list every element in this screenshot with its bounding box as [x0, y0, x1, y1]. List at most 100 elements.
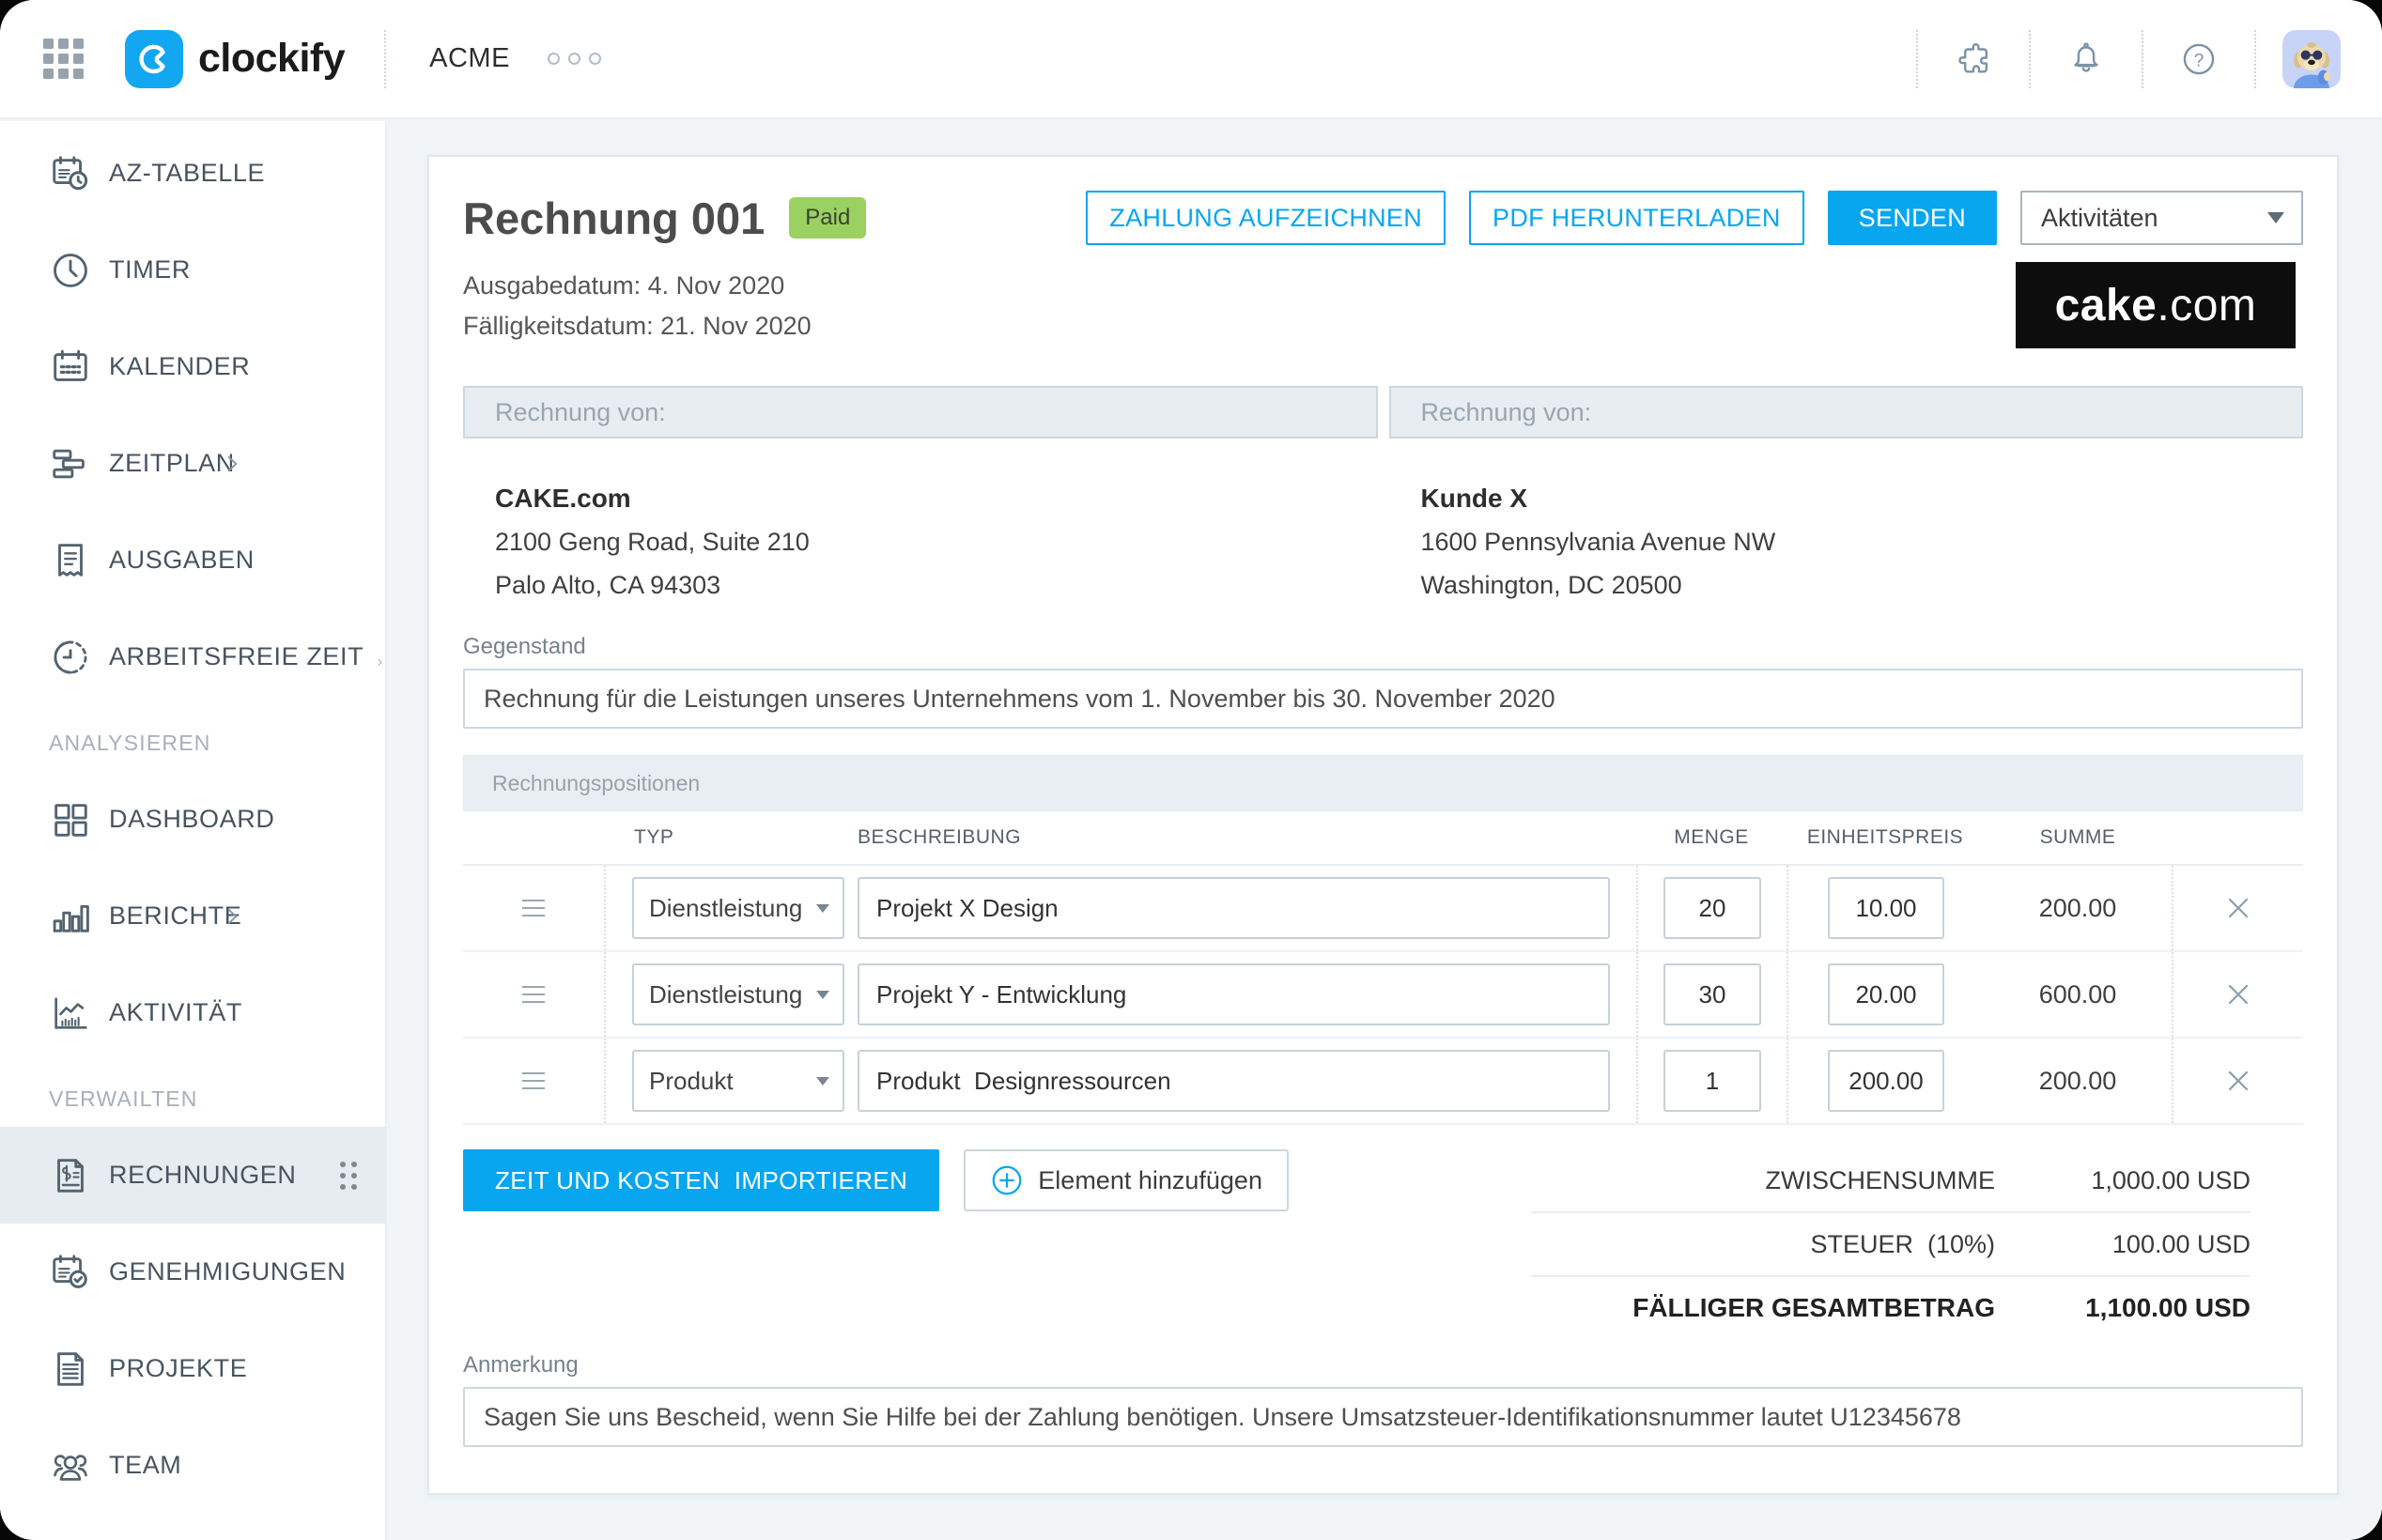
column-quantity: MENGE [1636, 811, 1786, 864]
download-pdf-button[interactable]: PDF HERUNTERLADEN [1469, 191, 1804, 245]
item-description-input[interactable] [858, 1050, 1610, 1112]
page-title: Rechnung 001 [463, 192, 765, 244]
total-due-value: 1,100.00 USD [1995, 1293, 2251, 1323]
sidebar-item-zeitplan[interactable]: ZEITPLAN [0, 415, 385, 512]
subject-input[interactable] [463, 669, 2303, 729]
to-address-line1: 1600 Pennsylvania Avenue NW [1421, 528, 2304, 557]
main-content: Rechnung 001 Paid ZAHLUNG AUFZEICHNEN PD… [389, 121, 2382, 1540]
triangle-down-icon [816, 1077, 829, 1086]
schedule-icon [49, 442, 92, 485]
user-avatar[interactable] [2282, 30, 2341, 88]
item-unit-price-input[interactable] [1828, 877, 1944, 939]
add-item-button[interactable]: Element hinzufügen [964, 1149, 1289, 1211]
app-window: clockify ACME [0, 0, 2382, 1540]
sidebar-section-analysieren: ANALYSIEREN [0, 715, 385, 771]
sidebar-item-label: PROJEKTE [109, 1354, 247, 1383]
item-amount: 200.00 [2039, 1067, 2117, 1096]
item-quantity-input[interactable] [1663, 1050, 1761, 1112]
item-type-select[interactable]: Dienstleistung [632, 963, 844, 1025]
row-drag-handle-icon[interactable] [522, 986, 545, 1003]
table-row: Produkt 200.00 [463, 1039, 2303, 1125]
workspace-more-icon[interactable] [548, 53, 601, 65]
sidebar-item-aktivitaet[interactable]: AKTIVITÄT [0, 964, 385, 1061]
record-payment-button[interactable]: ZAHLUNG AUFZEICHNEN [1086, 191, 1446, 245]
item-quantity-input[interactable] [1663, 963, 1761, 1025]
from-name: CAKE.com [495, 484, 1378, 514]
column-type: TYP [604, 811, 858, 864]
row-drag-handle-icon[interactable] [522, 900, 545, 916]
delete-row-button[interactable] [2221, 1064, 2255, 1098]
item-amount: 600.00 [2039, 980, 2117, 1009]
dashboard-icon [49, 798, 92, 841]
activities-dropdown[interactable]: Aktivitäten [2020, 191, 2303, 245]
subtotal-label: ZWISCHENSUMME [1766, 1166, 1996, 1195]
item-description-input[interactable] [858, 963, 1610, 1025]
approvals-icon [49, 1251, 92, 1294]
workspace-name[interactable]: ACME [429, 43, 510, 74]
plus-circle-icon [990, 1163, 1024, 1197]
timesheet-icon [49, 152, 92, 195]
delete-row-button[interactable] [2221, 891, 2255, 925]
sidebar-item-genehmigungen[interactable]: GENEHMIGUNGEN [0, 1224, 385, 1320]
item-type-select[interactable]: Produkt [632, 1050, 844, 1112]
activities-dropdown-label: Aktivitäten [2041, 204, 2158, 233]
from-address-line1: 2100 Geng Road, Suite 210 [495, 528, 1378, 557]
apps-grid-icon[interactable] [43, 38, 84, 79]
row-drag-handle-icon[interactable] [522, 1072, 545, 1089]
invoice-card: Rechnung 001 Paid ZAHLUNG AUFZEICHNEN PD… [427, 155, 2339, 1495]
item-unit-price-input[interactable] [1828, 963, 1944, 1025]
invoice-title-row: Rechnung 001 Paid ZAHLUNG AUFZEICHNEN PD… [463, 189, 2303, 247]
document-icon [49, 1348, 92, 1391]
sidebar-item-dashboard[interactable]: DASHBOARD [0, 771, 385, 868]
sidebar-item-label: ZEITPLAN [109, 449, 235, 478]
table-footer: ZEIT UND KOSTEN IMPORTIEREN Element hinz… [463, 1149, 2303, 1339]
sidebar-item-label: KALENDER [109, 352, 250, 381]
status-badge: Paid [789, 197, 866, 239]
sidebar-section-verwailten: VERWAILTEN [0, 1070, 385, 1127]
sidebar-item-timer[interactable]: TIMER [0, 222, 385, 318]
invoice-to-header: Rechnung von: [1389, 386, 2304, 439]
delete-row-button[interactable] [2221, 978, 2255, 1011]
sidebar-item-team[interactable]: TEAM [0, 1417, 385, 1514]
sidebar-item-arbeitsfreie-zeit[interactable]: ARBEITSFREIE ZEIT [0, 608, 385, 705]
receipt-icon [49, 539, 92, 582]
sidebar-item-projekte[interactable]: PROJEKTE [0, 1320, 385, 1417]
sidebar-item-kalender[interactable]: KALENDER [0, 318, 385, 415]
integrations-puzzle-icon[interactable] [1918, 39, 2029, 79]
sidebar-item-label: AZ-TABELLE [109, 159, 265, 188]
help-icon[interactable]: ? [2143, 39, 2254, 79]
drag-handle-icon[interactable] [340, 1162, 357, 1190]
topbar-divider [384, 30, 386, 88]
notifications-bell-icon[interactable] [2031, 39, 2142, 79]
send-button[interactable]: SENDEN [1828, 191, 1997, 245]
item-unit-price-input[interactable] [1828, 1050, 1944, 1112]
to-address-line2: Washington, DC 20500 [1421, 571, 2304, 600]
tax-label: STEUER (10%) [1810, 1230, 1995, 1259]
company-logo: cake.com [2016, 262, 2296, 348]
item-quantity-input[interactable] [1663, 877, 1761, 939]
tax-row: STEUER (10%) 100.00 USD [1531, 1213, 2251, 1275]
timer-icon [49, 249, 92, 292]
invoice-from-header: Rechnung von: [463, 386, 1378, 439]
address-headers: Rechnung von: Rechnung von: [463, 386, 2303, 439]
column-amount: SUMME [1984, 811, 2172, 864]
import-time-costs-button[interactable]: ZEIT UND KOSTEN IMPORTIEREN [463, 1149, 939, 1211]
clockify-logo-icon [125, 30, 183, 88]
subtotal-row: ZWISCHENSUMME 1,000.00 USD [1531, 1149, 2251, 1211]
note-input[interactable] [463, 1387, 2303, 1447]
sidebar-item-az-tabelle[interactable]: AZ-TABELLE [0, 125, 385, 222]
sidebar-item-label: AKTIVITÄT [109, 998, 242, 1027]
sidebar-item-ausgaben[interactable]: AUSGABEN [0, 512, 385, 608]
chevron-right-icon [375, 645, 385, 670]
sidebar-item-berichte[interactable]: BERICHTE [0, 868, 385, 964]
item-description-input[interactable] [858, 877, 1610, 939]
sidebar-item-rechnungen[interactable]: RECHNUNGEN [0, 1127, 385, 1224]
sidebar-item-label: TIMER [109, 255, 191, 285]
invoice-icon [49, 1154, 92, 1197]
clockify-logo[interactable]: clockify [125, 30, 345, 88]
topbar-right: ? [1916, 30, 2341, 88]
sidebar-item-label: GENEHMIGUNGEN [109, 1257, 346, 1286]
triangle-down-icon [816, 991, 829, 999]
triangle-down-icon [816, 904, 829, 913]
item-type-select[interactable]: Dienstleistung [632, 877, 844, 939]
